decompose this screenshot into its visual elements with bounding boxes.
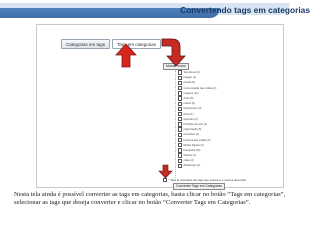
caption-text: Nesta tela ainda é possível converter as… [14,191,286,206]
down-arrow-icon [161,38,186,67]
down-arrow-icon [158,164,173,179]
up-arrow-icon [115,43,137,68]
